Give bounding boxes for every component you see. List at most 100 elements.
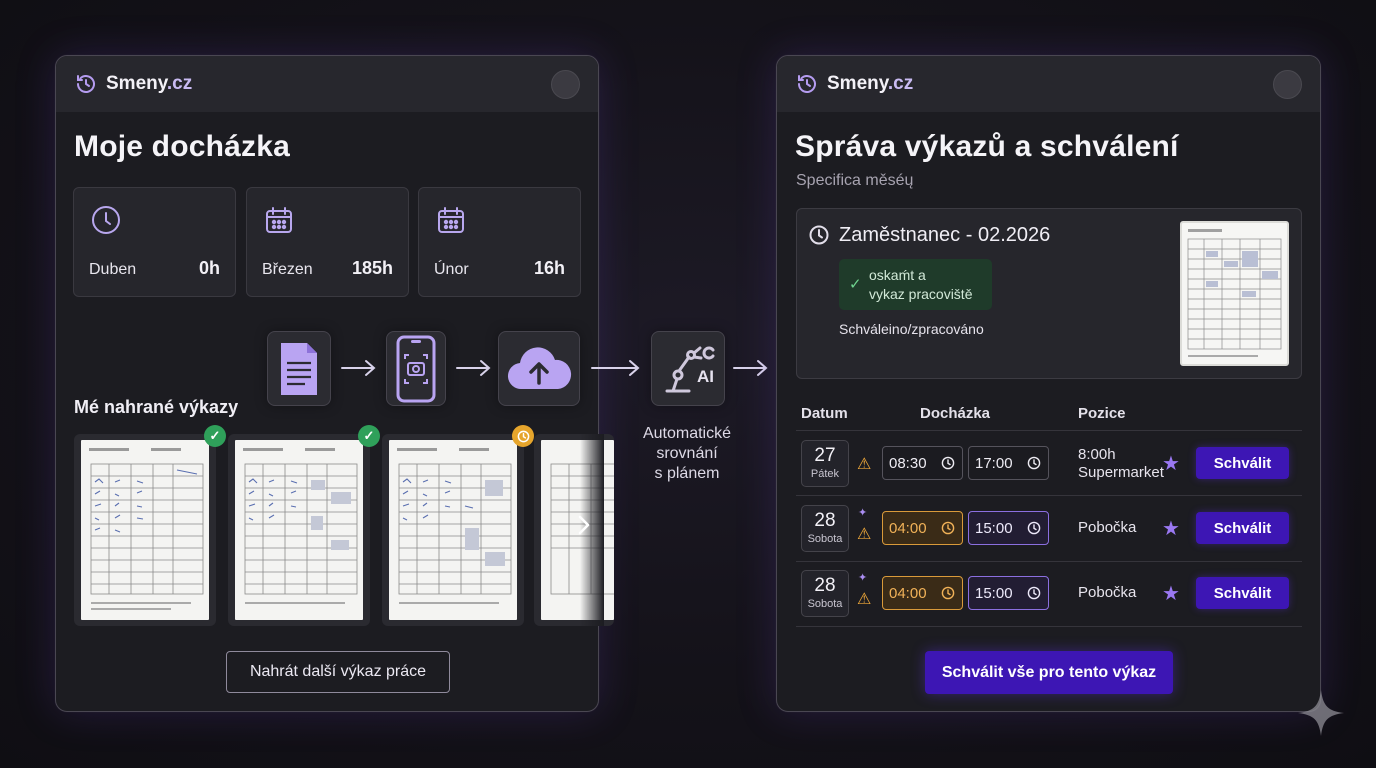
- day: 28: [814, 510, 836, 531]
- calendar-icon: [435, 204, 467, 241]
- position-line: Pobočka: [1078, 519, 1137, 536]
- end-time-input[interactable]: 15:00: [968, 576, 1049, 610]
- date-cell: 27 Pátek: [801, 440, 849, 487]
- start-time: 04:00: [889, 584, 927, 602]
- upload-thumbnail[interactable]: [382, 425, 534, 626]
- stat-label: Březen: [262, 261, 313, 278]
- brand[interactable]: Smeny.cz: [795, 72, 913, 96]
- logo-icon: [795, 72, 819, 96]
- page-subtitle: Specifica měséų: [796, 172, 914, 189]
- approved-badge: ✓: [358, 425, 380, 447]
- uploads-title: Mé nahrané výkazy: [74, 397, 239, 417]
- caption-line: srovnání: [656, 445, 718, 462]
- calendar-icon: [263, 204, 295, 241]
- stat-value: 16h: [533, 258, 565, 278]
- timesheet-image: [81, 440, 209, 620]
- star-icon[interactable]: ★: [1162, 516, 1180, 541]
- caption-line: Automatické: [642, 425, 732, 442]
- clock-icon: [90, 204, 122, 241]
- panel-header: Smeny.cz: [777, 56, 1320, 112]
- employee-title: Zaměstnanec - 02.2026: [839, 224, 1051, 246]
- warning-icon: ⚠: [857, 526, 872, 543]
- day: 28: [814, 575, 836, 596]
- position-cell: Pobočka: [1078, 584, 1136, 602]
- divider: [796, 430, 1302, 431]
- position-line: 8:00h: [1078, 446, 1116, 463]
- stat-card-duben[interactable]: Duben 0h: [73, 187, 236, 297]
- timesheet-image: [389, 440, 517, 620]
- date-cell: 28 Sobota: [801, 570, 849, 617]
- star-icon[interactable]: ★: [1162, 451, 1180, 476]
- upload-another-button[interactable]: Nahrát další výkaz práce: [226, 651, 450, 693]
- brand-name: Smeny: [106, 73, 167, 94]
- star-icon[interactable]: ★: [1162, 581, 1180, 606]
- arrow-right-icon: [455, 358, 493, 383]
- stat-label: Duben: [89, 261, 137, 278]
- approve-all-button[interactable]: Schválit vše pro tento výkaz: [925, 651, 1173, 694]
- clock-icon: [808, 224, 830, 251]
- stat-value: 185h: [351, 258, 393, 278]
- sparkle-icon: ✦: [858, 572, 868, 584]
- ai-label: AI: [697, 367, 714, 386]
- clock-icon: [1027, 521, 1041, 539]
- clock-icon: [941, 456, 955, 474]
- weekday: Sobota: [807, 598, 843, 610]
- status-line: vykaz pracoviště: [869, 286, 973, 302]
- end-time: 15:00: [975, 519, 1013, 537]
- avatar[interactable]: [551, 70, 580, 99]
- date-cell: 28 Sobota: [801, 505, 849, 552]
- approved-badge: ✓: [204, 425, 226, 447]
- page-title: Správa výkazů a schválení: [795, 130, 1179, 163]
- upload-thumbnail[interactable]: ✓: [228, 425, 380, 626]
- approve-button[interactable]: Schválit: [1196, 512, 1289, 544]
- clock-icon: [941, 521, 955, 539]
- position-cell: 8:00h Supermarket: [1078, 446, 1164, 482]
- chevron-right-icon[interactable]: [576, 513, 592, 544]
- employee-status: ✓ oskaḿt a vykaz pracoviště: [839, 259, 992, 310]
- arrow-right-icon: [590, 358, 642, 383]
- brand-tld: .cz: [887, 73, 914, 94]
- start-time-input[interactable]: 08:30: [882, 446, 963, 480]
- approve-button[interactable]: Schválit: [1196, 577, 1289, 609]
- start-time-input[interactable]: 04:00: [882, 511, 963, 545]
- sparkle-icon: [1296, 688, 1346, 743]
- position-cell: Pobočka: [1078, 519, 1136, 537]
- end-time-input[interactable]: 15:00: [968, 511, 1049, 545]
- brand[interactable]: Smeny.cz: [74, 72, 192, 96]
- approve-button[interactable]: Schválit: [1196, 447, 1289, 479]
- avatar[interactable]: [1273, 70, 1302, 99]
- column-header-position: Pozice: [1078, 405, 1126, 422]
- ai-robot-icon: AI: [651, 331, 725, 406]
- start-time: 04:00: [889, 519, 927, 537]
- end-time: 15:00: [975, 584, 1013, 602]
- document-icon: [267, 331, 331, 406]
- upload-thumbnail[interactable]: ✓: [74, 425, 226, 626]
- stat-card-brezen[interactable]: Březen 185h: [246, 187, 409, 297]
- arrow-right-icon: [340, 358, 378, 383]
- check-icon: ✓: [849, 276, 862, 293]
- warning-icon: ⚠: [857, 456, 872, 473]
- weekday: Pátek: [810, 468, 840, 480]
- flow-caption: Automatické srovnání s plánem: [631, 424, 743, 484]
- start-time: 08:30: [889, 454, 927, 472]
- logo-icon: [74, 72, 98, 96]
- brand-tld: .cz: [166, 73, 193, 94]
- clock-icon: [1027, 456, 1041, 474]
- clock-icon: [1027, 586, 1041, 604]
- cloud-upload-icon: [498, 331, 580, 406]
- end-time: 17:00: [975, 454, 1013, 472]
- end-time-input[interactable]: 17:00: [968, 446, 1049, 480]
- start-time-input[interactable]: 04:00: [882, 576, 963, 610]
- document-preview[interactable]: [1180, 221, 1289, 366]
- weekday: Sobota: [807, 533, 843, 545]
- pending-badge: [512, 425, 534, 447]
- brand-name: Smeny: [827, 73, 888, 94]
- position-line: Supermarket: [1078, 464, 1164, 481]
- employee-note: Schváleino/zpracováno: [839, 321, 984, 337]
- stat-card-unor[interactable]: Únor 16h: [418, 187, 581, 297]
- divider: [796, 495, 1302, 496]
- day: 27: [814, 445, 836, 466]
- phone-scan-icon: [386, 331, 446, 406]
- column-header-attendance: Docházka: [920, 405, 991, 422]
- caption-line: s plánem: [654, 465, 720, 482]
